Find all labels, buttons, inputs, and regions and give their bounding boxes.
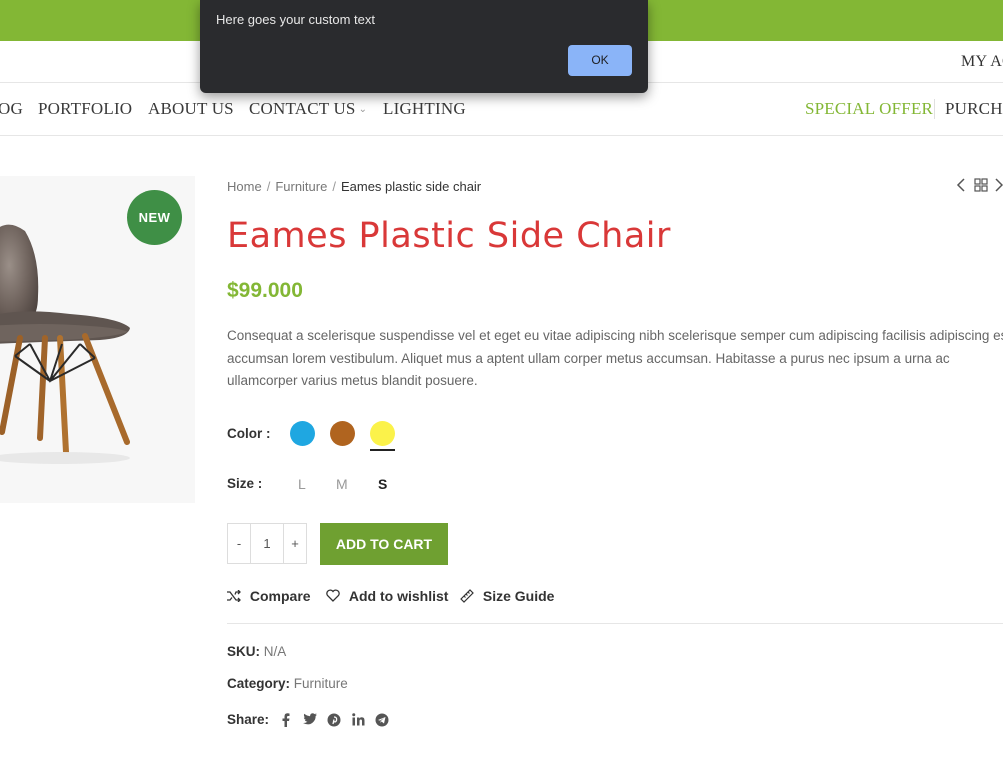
share-row: Share: [227,712,269,727]
alert-dialog: Here goes your custom text OK [200,0,648,93]
compare-button[interactable]: Compare [227,588,311,604]
facebook-icon[interactable] [278,713,294,729]
share-icons [278,712,398,730]
wishlist-label: Add to wishlist [348,588,449,604]
nav-item-portfolio[interactable]: PORTFOLIO [38,99,132,119]
breadcrumb-separator: / [266,179,271,194]
quantity-input[interactable] [251,524,283,563]
category-link[interactable]: Furniture [294,676,348,691]
nav-item-about-us[interactable]: ABOUT US [148,99,234,119]
telegram-icon[interactable] [374,713,390,729]
nav-item-blog[interactable]: OG [0,99,23,119]
nav-item-contact-us-label: CONTACT US [249,99,356,118]
new-badge: NEW [127,190,182,245]
share-label: Share: [227,712,270,727]
size-guide-label: Size Guide [482,588,555,604]
next-product-icon[interactable] [995,178,1003,195]
meta-divider [227,623,1003,624]
size-option-s[interactable]: S [378,476,387,492]
color-label: Color : [227,426,271,441]
product-description: Consequat a scelerisque suspendisse vel … [227,328,1003,388]
pinterest-icon[interactable] [326,713,342,729]
breadcrumb-separator: / [332,179,336,194]
shuffle-icon [227,588,245,604]
nav-item-purchase[interactable]: PURCHA [945,99,1003,119]
nav-item-contact-us[interactable]: CONTACT US ⌄ [249,99,367,119]
breadcrumb: Home / Furniture / Eames plastic side chair [227,179,481,194]
prev-product-icon[interactable] [956,178,966,195]
quantity-plus-button[interactable]: + [283,524,306,563]
ruler-icon [460,588,478,604]
product-price: $99.000 [227,279,303,302]
breadcrumb-current: Eames plastic side chair [340,179,482,194]
sku-value: N/A [263,644,287,659]
twitter-icon[interactable] [302,712,318,729]
color-swatch-brown[interactable] [330,421,355,446]
product-title: Eames Plastic Side Chair [227,216,671,256]
size-guide-button[interactable]: Size Guide [460,588,554,604]
my-account-link[interactable]: MY AC [961,53,1003,71]
linkedin-icon[interactable] [350,713,366,729]
nav-divider [934,99,935,119]
alert-message: Here goes your custom text [216,12,375,27]
size-option-l[interactable]: L [298,476,306,492]
category-row: Category: Furniture [227,676,348,691]
sku-label: SKU: [227,644,260,659]
sku-row: SKU: N/A [227,644,286,659]
heart-icon [326,588,344,604]
size-option-m[interactable]: M [336,476,348,492]
quantity-minus-button[interactable]: - [228,524,251,563]
color-swatch-blue[interactable] [290,421,315,446]
grid-view-icon[interactable] [974,178,988,195]
size-label: Size : [227,476,263,491]
nav-item-lighting[interactable]: LIGHTING [383,99,466,119]
add-to-cart-button[interactable]: ADD TO CART [320,523,448,565]
quantity-stepper: - + [227,523,307,564]
category-label: Category: [227,676,291,691]
color-swatch-yellow[interactable] [370,421,395,446]
nav-item-special-offer[interactable]: SPECIAL OFFER [805,99,933,119]
compare-label: Compare [249,588,311,604]
add-to-wishlist-button[interactable]: Add to wishlist [326,588,448,604]
alert-ok-button[interactable]: OK [568,45,632,76]
selected-swatch-indicator [370,449,395,451]
breadcrumb-home[interactable]: Home [227,179,262,194]
chevron-down-icon: ⌄ [358,104,368,115]
breadcrumb-category[interactable]: Furniture [275,179,327,194]
